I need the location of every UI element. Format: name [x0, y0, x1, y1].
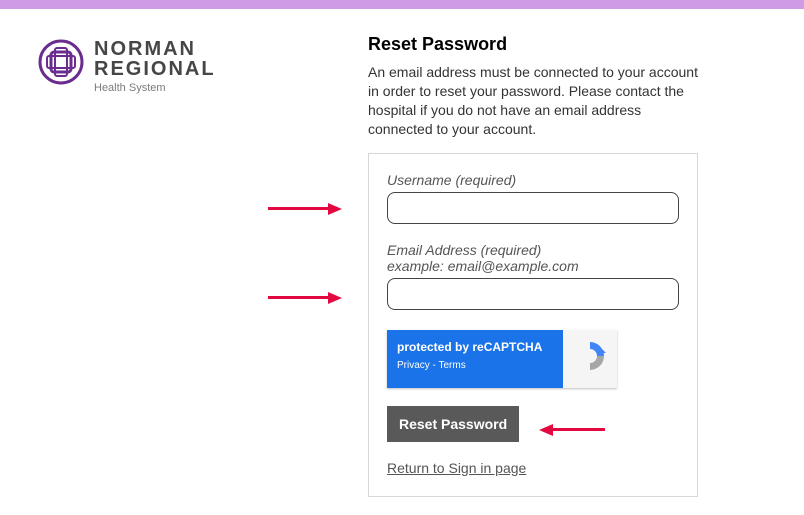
email-input[interactable]	[387, 278, 679, 310]
recaptcha-icon	[573, 339, 607, 378]
recaptcha-links[interactable]: Privacy - Terms	[397, 360, 555, 371]
accent-bar	[0, 0, 804, 9]
email-label: Email Address (required)	[387, 242, 679, 258]
page-description: An email address must be connected to yo…	[368, 63, 698, 139]
logo-icon	[38, 39, 84, 90]
username-input[interactable]	[387, 192, 679, 224]
brand-logo: NORMAN REGIONAL Health System	[38, 39, 338, 94]
brand-name-line2: REGIONAL	[94, 59, 216, 79]
recaptcha-title: protected by reCAPTCHA	[397, 340, 555, 354]
reset-password-button[interactable]: Reset Password	[387, 406, 519, 442]
recaptcha-badge: protected by reCAPTCHA Privacy - Terms	[387, 330, 617, 388]
brand-subtitle: Health System	[94, 83, 216, 94]
username-label: Username (required)	[387, 172, 679, 188]
email-example: example: email@example.com	[387, 258, 679, 274]
brand-name-line1: NORMAN	[94, 39, 216, 59]
return-signin-link[interactable]: Return to Sign in page	[387, 460, 526, 476]
reset-form: Username (required) Email Address (requi…	[368, 153, 698, 497]
page-title: Reset Password	[368, 34, 698, 55]
